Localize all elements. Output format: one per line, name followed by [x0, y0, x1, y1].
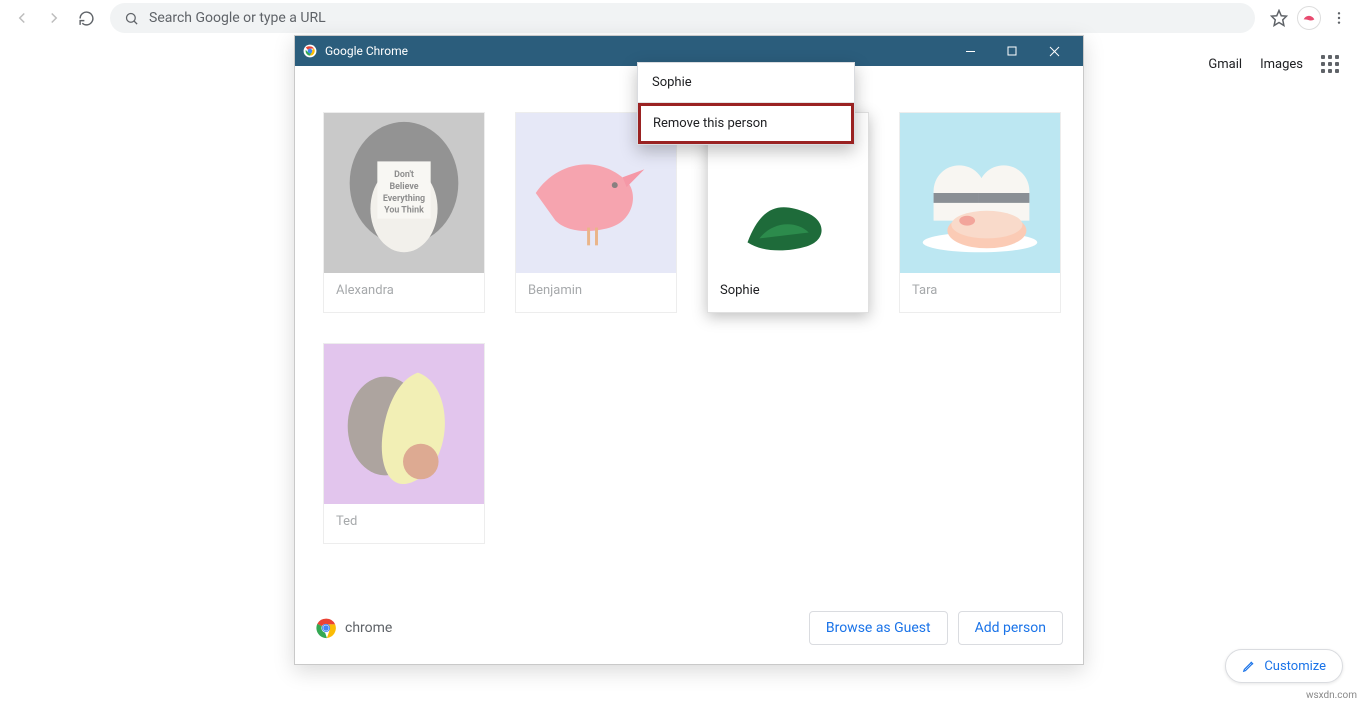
forward-button[interactable]	[40, 4, 68, 32]
profile-name: Sophie	[708, 273, 868, 312]
profile-image	[324, 344, 484, 504]
profile-name: Alexandra	[324, 273, 484, 312]
chrome-logo-icon	[315, 617, 337, 639]
window-close-button[interactable]	[1033, 36, 1075, 66]
address-placeholder: Search Google or type a URL	[149, 10, 326, 26]
profile-avatar-button[interactable]	[1297, 6, 1321, 30]
customize-button[interactable]: Customize	[1225, 649, 1343, 683]
chrome-brand-label: chrome	[345, 620, 392, 636]
profile-card-alexandra[interactable]: Don't Believe Everything You Think Alexa…	[323, 112, 485, 313]
svg-text:Everything: Everything	[383, 194, 425, 204]
profile-context-menu: Sophie Remove this person	[637, 62, 855, 145]
bookmark-star-icon[interactable]	[1265, 4, 1293, 32]
window-minimize-button[interactable]	[949, 36, 991, 66]
profile-name: Benjamin	[516, 273, 676, 312]
pencil-icon	[1242, 659, 1256, 673]
svg-text:Believe: Believe	[389, 182, 418, 192]
watermark: wsxdn.com	[1306, 690, 1357, 701]
search-icon	[124, 11, 139, 26]
profile-image	[900, 113, 1060, 273]
window-maximize-button[interactable]	[991, 36, 1033, 66]
profile-name: Ted	[324, 504, 484, 543]
window-title: Google Chrome	[325, 44, 408, 58]
back-button[interactable]	[8, 4, 36, 32]
svg-text:Don't: Don't	[394, 170, 414, 180]
profile-image: Don't Believe Everything You Think	[324, 113, 484, 273]
images-link[interactable]: Images	[1260, 57, 1303, 72]
profile-manager-window: Google Chrome Don't Believe Everything	[294, 35, 1084, 665]
profile-card-tara[interactable]: Tara	[899, 112, 1061, 313]
profile-manager-footer: chrome Browse as Guest Add person	[295, 604, 1083, 664]
profile-card-ted[interactable]: Ted	[323, 343, 485, 544]
customize-label: Customize	[1264, 659, 1326, 674]
gmail-link[interactable]: Gmail	[1208, 57, 1242, 72]
svg-text:You Think: You Think	[384, 206, 424, 216]
chrome-logo-icon	[303, 44, 317, 58]
profile-grid-area: Don't Believe Everything You Think Alexa…	[295, 66, 1083, 604]
ntp-links: Gmail Images	[1208, 55, 1339, 73]
browse-as-guest-button[interactable]: Browse as Guest	[809, 611, 948, 645]
profile-name: Tara	[900, 273, 1060, 312]
reload-button[interactable]	[72, 4, 100, 32]
browser-toolbar: Search Google or type a URL	[0, 0, 1361, 36]
add-person-button[interactable]: Add person	[958, 611, 1063, 645]
context-menu-profile-name: Sophie	[638, 63, 854, 102]
kebab-menu-icon[interactable]	[1325, 4, 1353, 32]
context-menu-remove-person[interactable]: Remove this person	[638, 103, 854, 144]
address-bar[interactable]: Search Google or type a URL	[110, 3, 1255, 33]
apps-grid-icon[interactable]	[1321, 55, 1339, 73]
